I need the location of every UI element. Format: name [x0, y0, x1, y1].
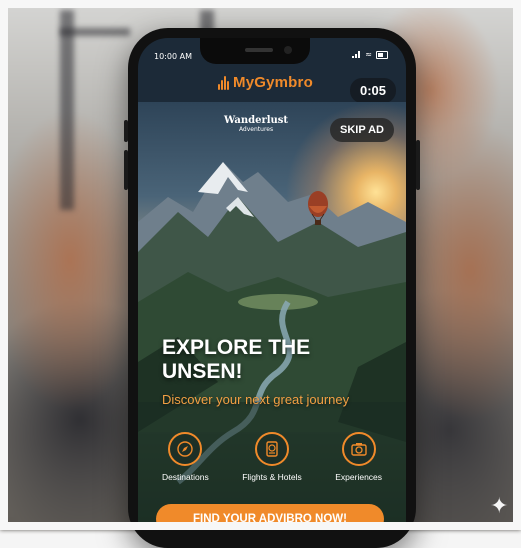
sparkle-icon: ✦	[490, 494, 509, 519]
feature-list: Destinations Flights & Hotels Experience…	[138, 432, 406, 482]
gym-rack-bar	[60, 28, 130, 36]
status-icons: ≈	[352, 50, 388, 59]
notch-speaker	[245, 48, 273, 52]
compass-icon	[168, 432, 203, 466]
logo-bars-icon	[218, 75, 229, 90]
feature-experiences[interactable]: Experiences	[319, 432, 399, 482]
feature-flights-hotels[interactable]: Flights & Hotels	[232, 432, 312, 482]
headline-line-1: EXPLORE THE	[162, 336, 311, 359]
feature-label: Destinations	[161, 472, 209, 482]
app-logo: MyGymbro	[218, 74, 313, 91]
brand-subtitle: Adventures	[238, 126, 274, 133]
advertiser-brand: Wanderlust Adventures	[224, 116, 288, 133]
status-time: 10:00 AM	[154, 52, 192, 61]
phone-screen: 10:00 AM ≈ MyGymbro 0:05 Wanderlust Adve…	[138, 38, 406, 530]
ad-subheadline: Discover your next great journey	[162, 392, 350, 407]
ad-timer: 0:05	[349, 78, 396, 103]
app-name: MyGymbro	[233, 74, 313, 91]
ad-banner[interactable]: Wanderlust Adventures SKIP AD EXPLORE TH…	[138, 102, 406, 530]
wifi-icon: ≈	[365, 50, 372, 59]
headline-line-2: UNSEN!	[162, 360, 243, 383]
phone-side-button	[124, 120, 128, 142]
feature-label: Experiences	[335, 472, 383, 482]
passport-icon	[254, 432, 289, 466]
cta-button[interactable]: FIND YOUR ADVIBRO NOW!	[156, 504, 384, 530]
front-camera	[284, 46, 292, 54]
ad-headline: EXPLORE THE UNSEN!	[162, 336, 310, 384]
app-header: MyGymbro 0:05	[138, 68, 406, 103]
gym-rack-post	[60, 10, 74, 210]
signal-icon	[352, 51, 361, 58]
feature-label: Flights & Hotels	[242, 472, 302, 482]
phone-side-button	[416, 140, 420, 190]
skip-ad-button[interactable]: SKIP AD	[329, 118, 394, 142]
camera-icon	[341, 432, 376, 466]
phone-side-button	[124, 150, 128, 190]
battery-icon	[376, 50, 388, 59]
brand-name: Wanderlust	[224, 115, 289, 126]
feature-destinations[interactable]: Destinations	[145, 432, 225, 482]
